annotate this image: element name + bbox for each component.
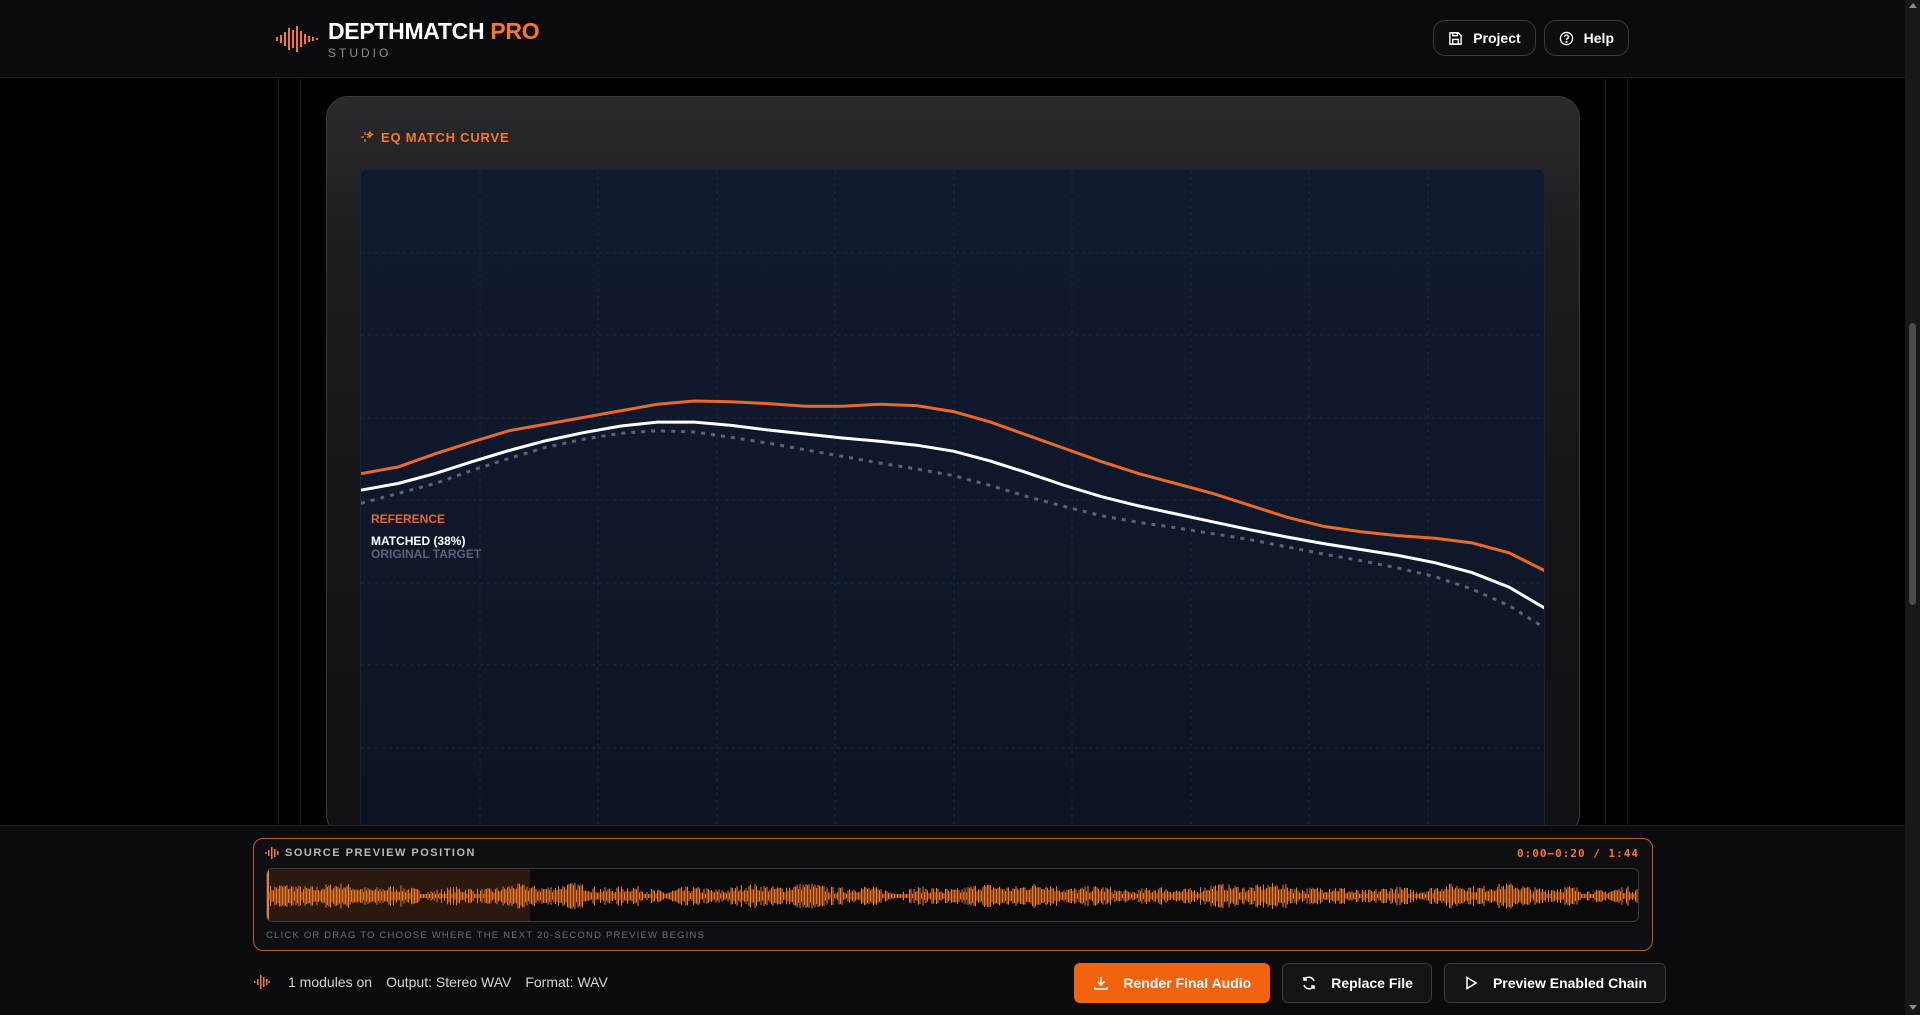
project-button-label: Project [1473,30,1521,46]
eq-card-title-text: EQ MATCH CURVE [381,130,510,145]
save-icon [1449,31,1463,45]
help-button[interactable]: Help [1543,20,1629,56]
preview-enabled-chain-button[interactable]: Preview Enabled Chain [1443,963,1666,1003]
render-button-label: Render Final Audio [1123,975,1252,991]
file-format: Format: WAV [525,974,608,990]
brand: DEPTHMATCH PRO STUDIO [276,18,540,60]
project-button[interactable]: Project [1433,20,1536,56]
play-icon [1466,976,1478,990]
help-icon [1559,31,1573,45]
top-bar: DEPTHMATCH PRO STUDIO Project Help [0,0,1905,78]
modules-waveform-icon [254,975,270,989]
render-final-audio-button[interactable]: Render Final Audio [1074,963,1271,1003]
waveform-bars [268,883,1638,909]
modules-count: 1 modules on [288,974,373,990]
refresh-icon [1303,976,1315,990]
source-waveform-scrubber[interactable] [266,868,1639,922]
eq-grid [361,170,1544,828]
source-waveform [268,883,1638,909]
scroll-up-arrow-icon[interactable] [1909,3,1917,8]
source-preview-label-text: SOURCE PREVIEW POSITION [285,847,476,859]
status-bar: 1 modules on Output: Stereo WAV Format: … [254,974,608,990]
app-subtitle: STUDIO [328,46,392,60]
download-icon [1094,977,1109,990]
eq-curve-svg [361,170,1544,828]
legend-original-target: ORIGINAL TARGET [371,547,482,561]
eq-curve-graph[interactable]: REFERENCE MATCHED (38%) ORIGINAL TARGET [360,169,1545,829]
replace-button-label: Replace File [1331,975,1413,991]
waveform-icon [265,847,279,859]
legend-reference: REFERENCE [371,512,446,526]
waveform-logo-icon [276,26,318,52]
legend-matched: MATCHED (38%) [371,534,466,548]
original-target-line [361,429,1544,630]
replace-file-button[interactable]: Replace File [1282,963,1432,1003]
reference-line [361,399,1544,572]
preview-button-label: Preview Enabled Chain [1492,975,1647,991]
output-format: Output: Stereo WAV [386,974,512,990]
sparkle-icon [361,130,374,142]
preview-time-range: 0:00–0:20 / 1:44 [1517,847,1639,860]
help-button-label: Help [1583,30,1614,46]
scrollbar-thumb[interactable] [1909,323,1916,605]
eq-card-title: EQ MATCH CURVE [360,130,509,145]
source-preview-label: SOURCE PREVIEW POSITION [265,847,476,859]
scroll-down-arrow-icon[interactable] [1909,1005,1917,1010]
preview-hint: CLICK OR DRAG TO CHOOSE WHERE THE NEXT 2… [266,930,706,941]
app-title: DEPTHMATCH PRO [328,18,540,44]
matched-line [361,420,1544,610]
